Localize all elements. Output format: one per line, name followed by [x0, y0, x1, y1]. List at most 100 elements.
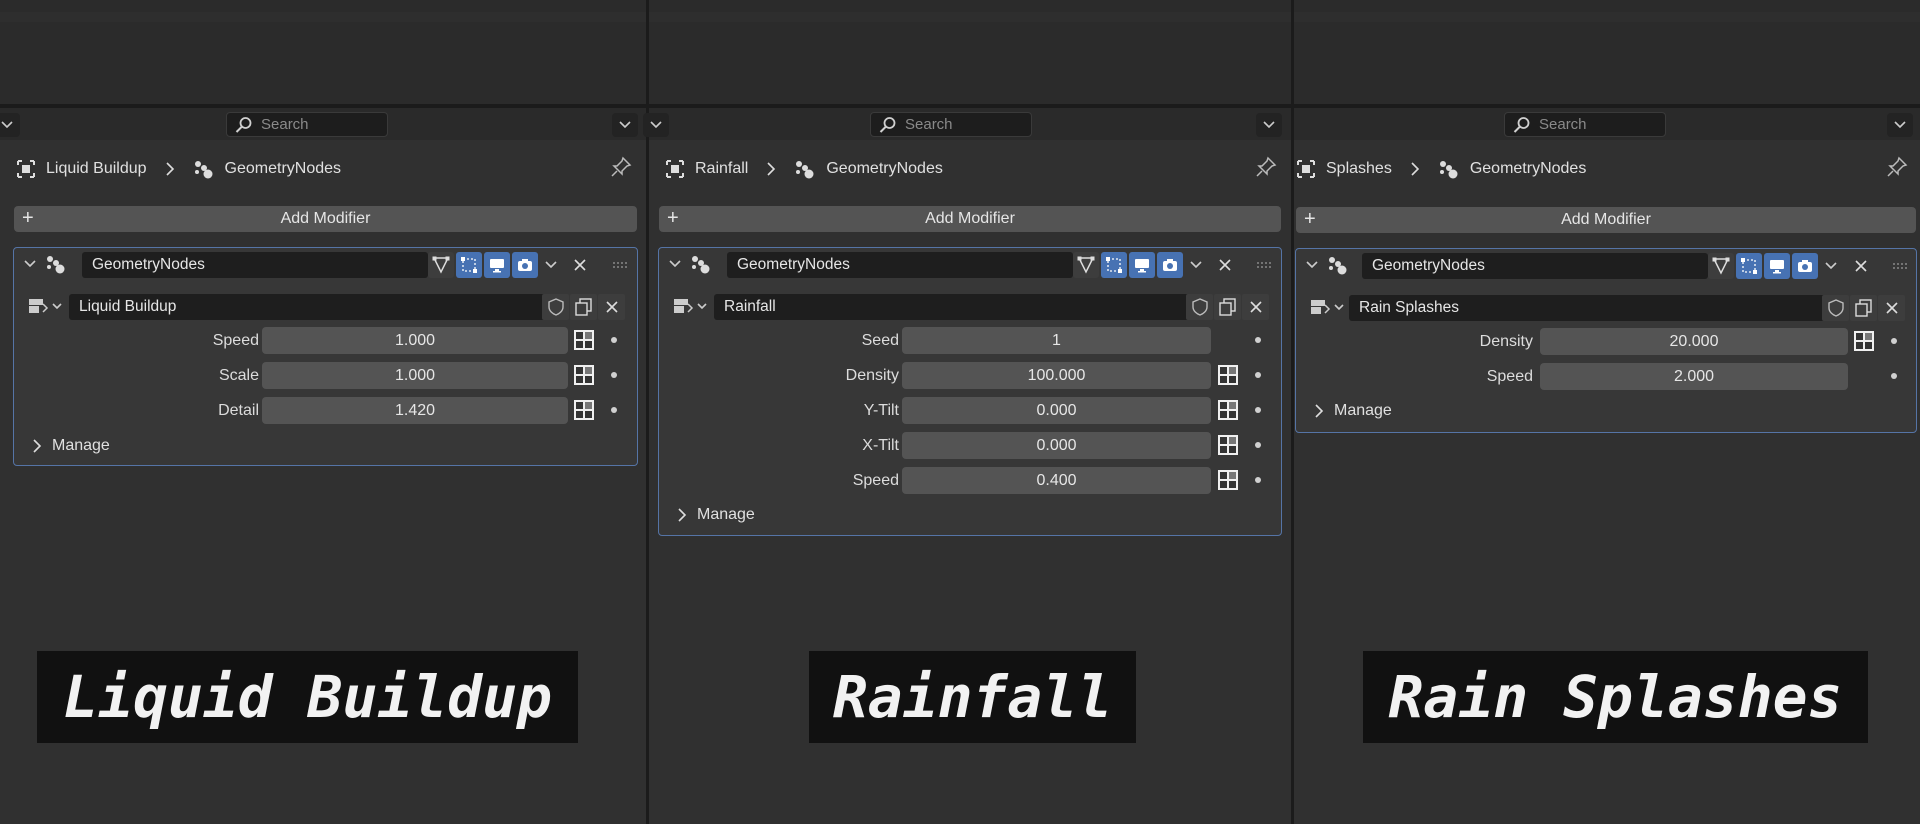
node-tree-browse-icon[interactable] — [670, 294, 710, 318]
node-group-field[interactable]: Rainfall — [714, 294, 1201, 320]
edit-mode-icon[interactable] — [1101, 252, 1127, 278]
chevron-right-icon — [33, 439, 42, 453]
close-icon[interactable] — [568, 253, 592, 277]
node-group-row: Rainfall — [659, 292, 1281, 320]
editor-type-dropdown[interactable] — [0, 113, 20, 137]
pin-icon[interactable] — [1886, 156, 1910, 180]
render-camera-icon[interactable] — [1792, 253, 1818, 279]
input-attribute-toggle-icon[interactable] — [1216, 398, 1240, 422]
param-value-field[interactable]: 100.000 — [902, 362, 1211, 389]
search-icon — [235, 116, 252, 133]
drag-handle-icon[interactable] — [608, 253, 632, 277]
viewport-display-icon[interactable] — [1129, 252, 1155, 278]
keyframe-dot-icon[interactable] — [1255, 442, 1261, 448]
options-dropdown[interactable] — [612, 113, 638, 137]
breadcrumb-object[interactable]: Liquid Buildup — [46, 160, 147, 178]
input-attribute-toggle-icon[interactable] — [572, 328, 596, 352]
render-camera-icon[interactable] — [1157, 252, 1183, 278]
close-icon[interactable] — [1849, 254, 1873, 278]
keyframe-dot-icon[interactable] — [1255, 372, 1261, 378]
modifier-name-field[interactable]: GeometryNodes — [1362, 253, 1708, 279]
modifier-name-field[interactable]: GeometryNodes — [82, 252, 428, 278]
input-attribute-toggle-icon[interactable] — [1852, 329, 1876, 353]
chevron-down-icon[interactable] — [1819, 254, 1843, 278]
unlink-close-icon[interactable] — [598, 294, 625, 320]
edit-mode-icon[interactable] — [456, 252, 482, 278]
search-field[interactable]: Search — [226, 112, 388, 137]
modifier-panel: GeometryNodes — [1295, 248, 1917, 433]
input-attribute-toggle-icon[interactable] — [1216, 468, 1240, 492]
add-modifier-button[interactable]: + Add Modifier — [659, 206, 1281, 232]
unlink-close-icon[interactable] — [1242, 294, 1269, 320]
node-tree-browse-icon[interactable] — [25, 294, 65, 318]
node-tree-browse-icon[interactable] — [1307, 295, 1347, 319]
manage-subpanel[interactable]: Manage — [32, 434, 110, 458]
duplicate-icon[interactable] — [1850, 295, 1877, 321]
close-icon[interactable] — [1213, 253, 1237, 277]
input-attribute-toggle-icon[interactable] — [1216, 433, 1240, 457]
chevron-down-icon[interactable] — [539, 253, 563, 277]
fake-user-shield-icon[interactable] — [542, 294, 569, 320]
keyframe-dot-icon[interactable] — [1891, 373, 1897, 379]
breadcrumb-object[interactable]: Rainfall — [695, 160, 748, 178]
param-value-field[interactable]: 0.000 — [902, 397, 1211, 424]
keyframe-dot-icon[interactable] — [1255, 407, 1261, 413]
keyframe-dot-icon[interactable] — [611, 337, 617, 343]
collapse-chevron-icon[interactable] — [1300, 253, 1324, 277]
param-value-field[interactable]: 1.000 — [262, 362, 568, 389]
param-value-field[interactable]: 2.000 — [1540, 363, 1848, 390]
keyframe-dot-icon[interactable] — [1891, 338, 1897, 344]
add-modifier-button[interactable]: + Add Modifier — [1296, 207, 1916, 233]
keyframe-dot-icon[interactable] — [611, 407, 617, 413]
manage-subpanel[interactable]: Manage — [1314, 399, 1392, 423]
duplicate-icon[interactable] — [1214, 294, 1241, 320]
param-value-field[interactable]: 20.000 — [1540, 328, 1848, 355]
input-attribute-toggle-icon[interactable] — [1216, 363, 1240, 387]
node-group-field[interactable]: Liquid Buildup — [69, 294, 556, 320]
keyframe-dot-icon[interactable] — [611, 372, 617, 378]
breadcrumb-modifier[interactable]: GeometryNodes — [225, 160, 342, 178]
viewport-display-icon[interactable] — [1764, 253, 1790, 279]
chevron-down-icon — [650, 121, 662, 129]
breadcrumb-modifier[interactable]: GeometryNodes — [826, 160, 943, 178]
search-field[interactable]: Search — [1504, 112, 1666, 137]
breadcrumb-modifier[interactable]: GeometryNodes — [1470, 160, 1587, 178]
pin-icon[interactable] — [610, 156, 634, 180]
input-attribute-toggle-icon[interactable] — [572, 398, 596, 422]
options-dropdown[interactable] — [1256, 113, 1282, 137]
node-group-field[interactable]: Rain Splashes — [1349, 295, 1836, 321]
fake-user-shield-icon[interactable] — [1186, 294, 1213, 320]
input-attribute-toggle-icon[interactable] — [572, 363, 596, 387]
param-value-field[interactable]: 1.420 — [262, 397, 568, 424]
manage-subpanel[interactable]: Manage — [677, 503, 755, 527]
chevron-down-icon[interactable] — [1184, 253, 1208, 277]
param-value-field[interactable]: 0.000 — [902, 432, 1211, 459]
edit-mode-cage-icon[interactable] — [428, 252, 454, 278]
edit-mode-cage-icon[interactable] — [1708, 253, 1734, 279]
param-value-field[interactable]: 0.400 — [902, 467, 1211, 494]
viewport-display-icon[interactable] — [484, 252, 510, 278]
drag-handle-icon[interactable] — [1888, 254, 1912, 278]
editor-type-dropdown[interactable] — [643, 113, 669, 137]
caption-label: Rainfall — [809, 651, 1136, 743]
breadcrumb-object[interactable]: Splashes — [1326, 160, 1392, 178]
edit-mode-icon[interactable] — [1736, 253, 1762, 279]
modifier-name-field[interactable]: GeometryNodes — [727, 252, 1073, 278]
unlink-close-icon[interactable] — [1878, 295, 1905, 321]
duplicate-icon[interactable] — [570, 294, 597, 320]
keyframe-dot-icon[interactable] — [1255, 337, 1261, 343]
add-modifier-button[interactable]: + Add Modifier — [14, 206, 637, 232]
search-field[interactable]: Search — [870, 112, 1032, 137]
render-camera-icon[interactable] — [512, 252, 538, 278]
fake-user-shield-icon[interactable] — [1822, 295, 1849, 321]
drag-handle-icon[interactable] — [1252, 253, 1276, 277]
collapse-chevron-icon[interactable] — [663, 252, 687, 276]
param-value-field[interactable]: 1.000 — [262, 327, 568, 354]
param-value-field[interactable]: 1 — [902, 327, 1211, 354]
keyframe-dot-icon[interactable] — [1255, 477, 1261, 483]
options-dropdown[interactable] — [1887, 113, 1913, 137]
edit-mode-cage-icon[interactable] — [1073, 252, 1099, 278]
collapse-chevron-icon[interactable] — [18, 252, 42, 276]
pin-icon[interactable] — [1255, 156, 1279, 180]
chevron-down-icon — [1, 121, 13, 129]
